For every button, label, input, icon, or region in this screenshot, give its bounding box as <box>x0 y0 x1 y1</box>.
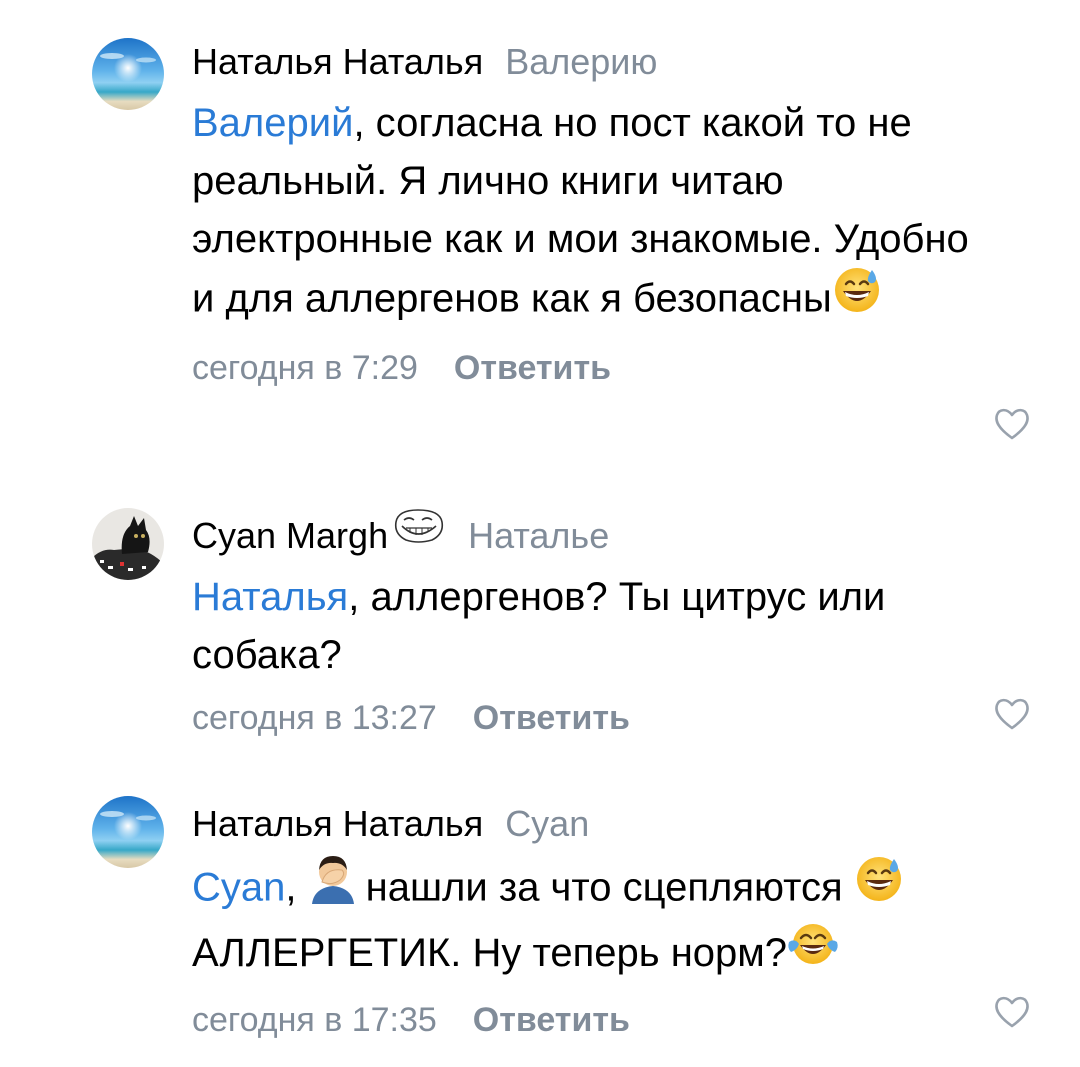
comment-body: Наталья Наталья Cyan Cyan, нашли за что с… <box>192 800 1029 1044</box>
avatar[interactable] <box>92 38 164 110</box>
comment-text: Валерий, согласна но пост какой то не ре… <box>192 94 1002 334</box>
timestamp: сегодня в 17:35 <box>192 1001 437 1040</box>
heart-outline-icon[interactable] <box>992 404 1032 444</box>
beach-avatar-icon <box>92 796 164 868</box>
comment-header: Наталья Наталья Валерию <box>192 38 1002 86</box>
timestamp: сегодня в 13:27 <box>192 699 437 737</box>
reply-to[interactable]: Cyan <box>505 803 589 844</box>
reply-button[interactable]: Ответить <box>473 699 630 737</box>
avatar[interactable] <box>92 796 164 868</box>
black-cat-avatar-icon <box>92 508 164 580</box>
comment-text: Cyan, нашли за что сцепляются АЛЛЕРГЕТИК… <box>192 856 1002 986</box>
timestamp: сегодня в 7:29 <box>192 349 418 387</box>
comment-header: Cyan Margh Наталье <box>192 509 1002 560</box>
avatar[interactable] <box>92 508 164 580</box>
reply-to[interactable]: Наталье <box>468 515 609 556</box>
comment-text-part: нашли за что сцепляются <box>365 865 854 910</box>
reply-button[interactable]: Ответить <box>473 1001 630 1039</box>
tears-of-joy-emoji-icon <box>787 920 839 982</box>
reply-button[interactable]: Ответить <box>454 349 611 387</box>
comment-text-part: , <box>285 865 308 910</box>
trollface-emoji-icon <box>392 508 446 556</box>
comment-text: Наталья, аллергенов? Ты цитрус или собак… <box>192 568 1002 684</box>
author-name[interactable]: Наталья Наталья <box>192 41 483 82</box>
grinning-sweat-emoji-icon <box>832 264 882 330</box>
heart-outline-icon[interactable] <box>992 694 1032 734</box>
comment-meta: сегодня в 7:29 Ответить <box>192 344 1002 392</box>
mention-link[interactable]: Cyan <box>192 866 285 910</box>
comment-meta: сегодня в 13:27 Ответить <box>192 694 1002 742</box>
facepalm-emoji-icon <box>308 852 358 920</box>
mention-link[interactable]: Валерий <box>192 101 353 145</box>
beach-avatar-icon <box>92 38 164 110</box>
comment-body: Наталья Наталья Валерию Валерий, согласна… <box>192 38 1029 440</box>
author-name[interactable]: Cyan Margh <box>192 515 388 556</box>
comment-body: Cyan Margh Наталье Наталья, аллергенов? … <box>192 509 1029 742</box>
comment-meta: сегодня в 17:35 Ответить <box>192 996 1002 1044</box>
grinning-sweat-emoji-icon <box>854 853 904 919</box>
comment-header: Наталья Наталья Cyan <box>192 800 1002 848</box>
mention-link[interactable]: Наталья <box>192 575 348 619</box>
author-name[interactable]: Наталья Наталья <box>192 803 483 844</box>
heart-outline-icon[interactable] <box>992 992 1032 1032</box>
comment-text-part: АЛЛЕРГЕТИК. Ну теперь норм? <box>192 931 788 975</box>
reply-to[interactable]: Валерию <box>505 41 657 82</box>
